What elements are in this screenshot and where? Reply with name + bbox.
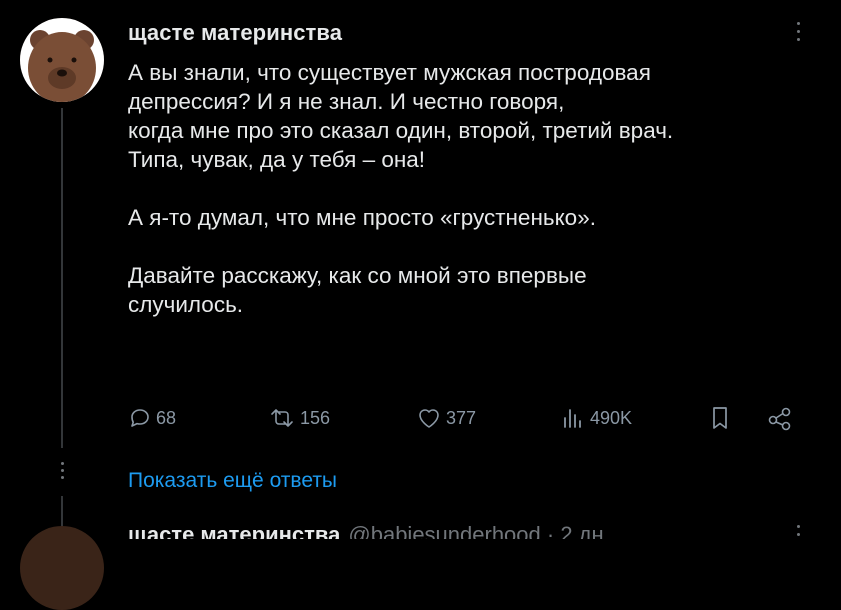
thread-gap-dots [56,462,68,483]
author-avatar[interactable] [20,18,104,102]
share-icon [768,407,791,431]
bear-avatar-image [20,18,104,102]
repost-count: 156 [300,407,331,428]
thread-line [61,108,63,448]
tweet-actions: 68 156 377 490K [128,400,808,436]
reply-button[interactable]: 68 [128,400,176,436]
views-icon [564,409,581,428]
views-button[interactable]: 490K [560,400,632,436]
thread-line-lower [61,496,63,526]
bookmark-icon [713,407,727,429]
next-author-name: щасте материнства [128,522,341,539]
reply-count: 68 [156,407,177,428]
share-button[interactable] [766,400,794,436]
repost-button[interactable]: 156 [268,400,330,436]
heart-icon [419,409,439,428]
repost-icon [271,409,293,427]
show-more-replies-link[interactable]: Показать ещё ответы [128,469,337,493]
author-name[interactable]: щасте материнства [128,20,342,46]
like-count: 377 [446,407,477,428]
reply-icon [131,409,149,427]
like-button[interactable]: 377 [416,400,476,436]
views-count: 490K [590,407,633,428]
bookmark-button[interactable] [708,400,732,436]
tweet-text: А вы знали, что существует мужская постр… [128,60,674,317]
next-author-handle: @babiesunderhood · 2 дн [348,522,604,539]
more-vertical-icon[interactable] [793,22,803,48]
next-tweet-header[interactable]: щасте материнства @babiesunderhood · 2 дн [128,522,604,539]
